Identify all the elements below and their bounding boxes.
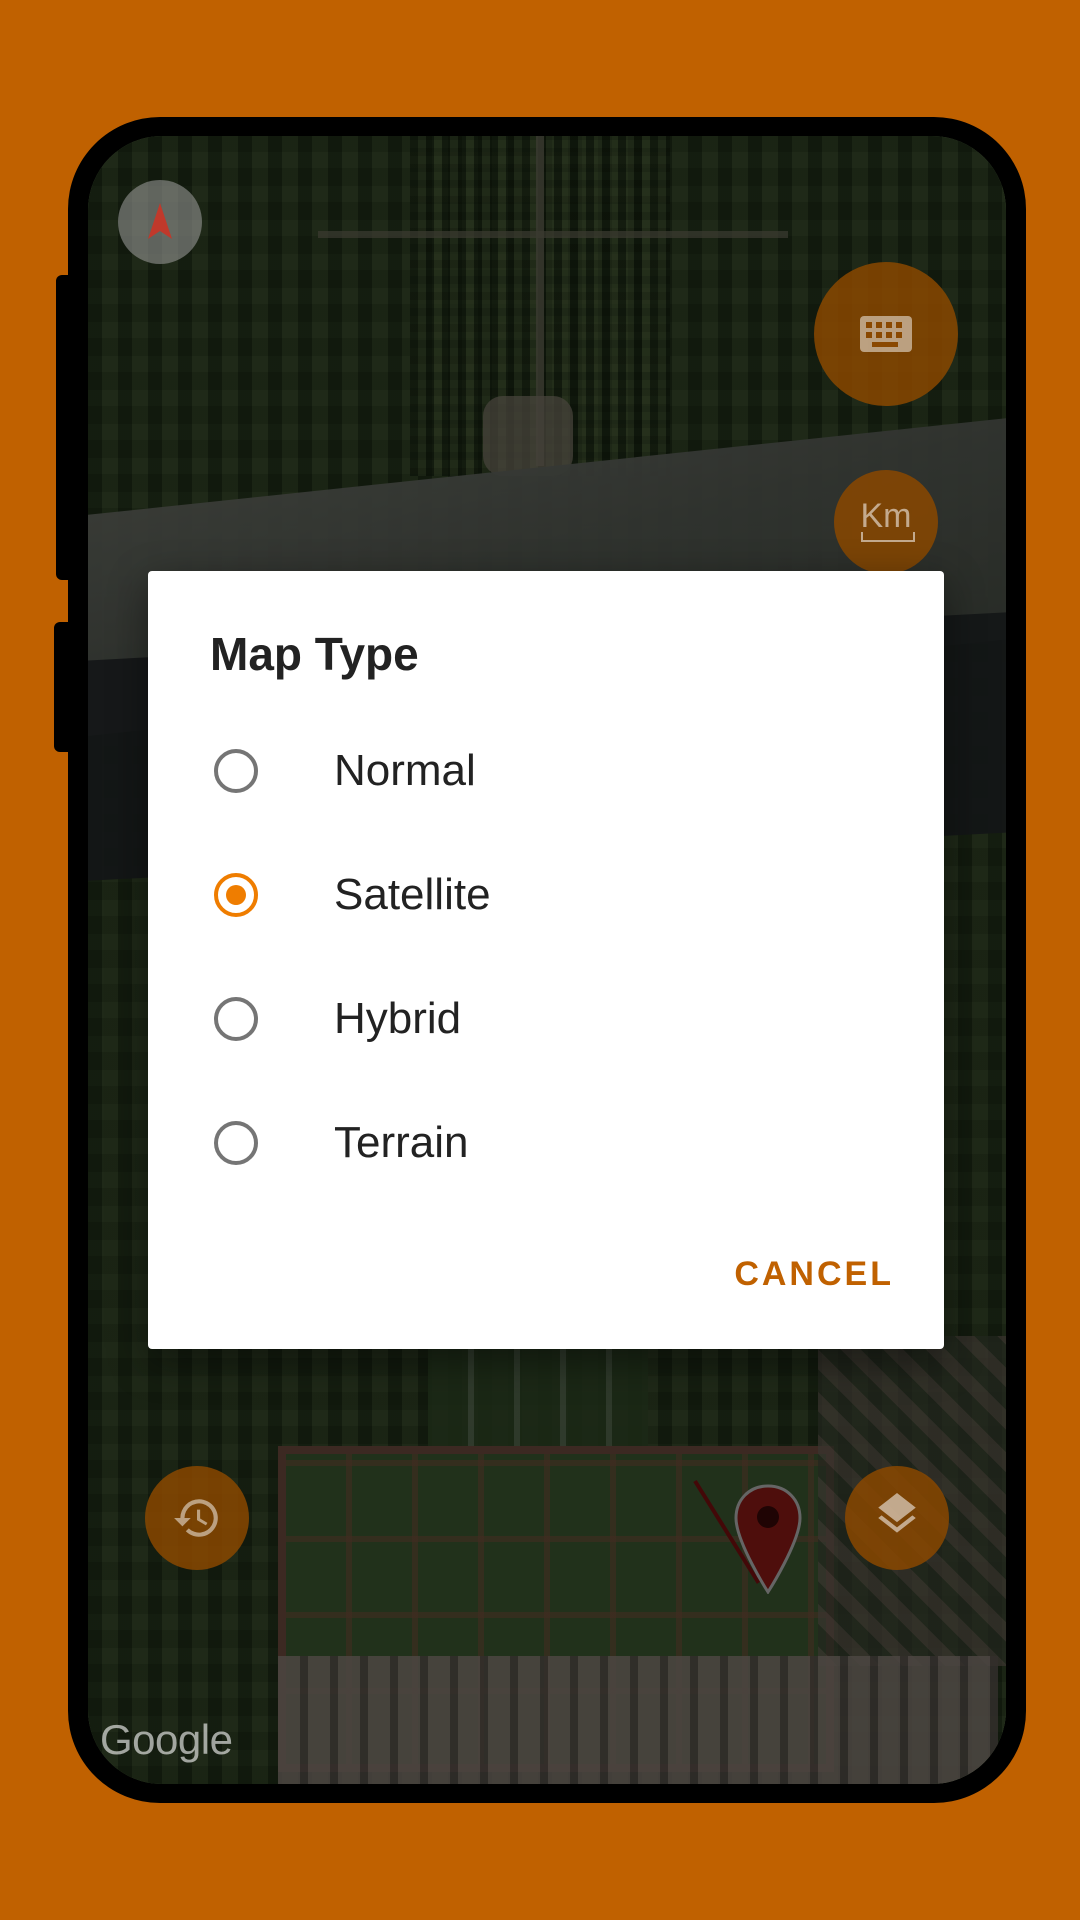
layers-icon [878,1493,916,1533]
compass-icon [148,203,172,239]
keyboard-button[interactable] [814,262,958,406]
dialog-title: Map Type [210,628,419,680]
distance-unit-button[interactable]: Km [834,470,938,574]
option-label: Terrain [334,1118,469,1167]
option-label: Satellite [334,870,491,919]
scale-bar-icon [861,532,915,542]
history-button[interactable] [145,1466,249,1570]
layers-button[interactable] [845,1466,949,1570]
google-attribution: Google [100,1716,233,1763]
history-icon [174,1499,218,1537]
option-normal[interactable]: Normal [148,718,944,828]
keyboard-icon [860,316,912,352]
option-satellite[interactable]: Satellite [148,842,944,952]
map-type-dialog: Map Type Normal Satellite Hybrid Terrain… [148,571,944,1349]
option-label: Hybrid [334,994,462,1043]
app-background: Km Google Map Type Normal Satellite Hybr… [0,0,1080,1920]
radio-button[interactable] [214,1121,258,1165]
distance-unit-label: Km [860,496,912,535]
radio-button[interactable] [214,749,258,793]
radio-button-selected[interactable] [214,873,258,917]
cancel-button[interactable]: CANCEL [734,1255,894,1294]
option-label: Normal [334,746,476,795]
radio-button[interactable] [214,997,258,1041]
option-terrain[interactable]: Terrain [148,1090,944,1200]
compass-button[interactable] [118,180,202,264]
option-hybrid[interactable]: Hybrid [148,966,944,1076]
